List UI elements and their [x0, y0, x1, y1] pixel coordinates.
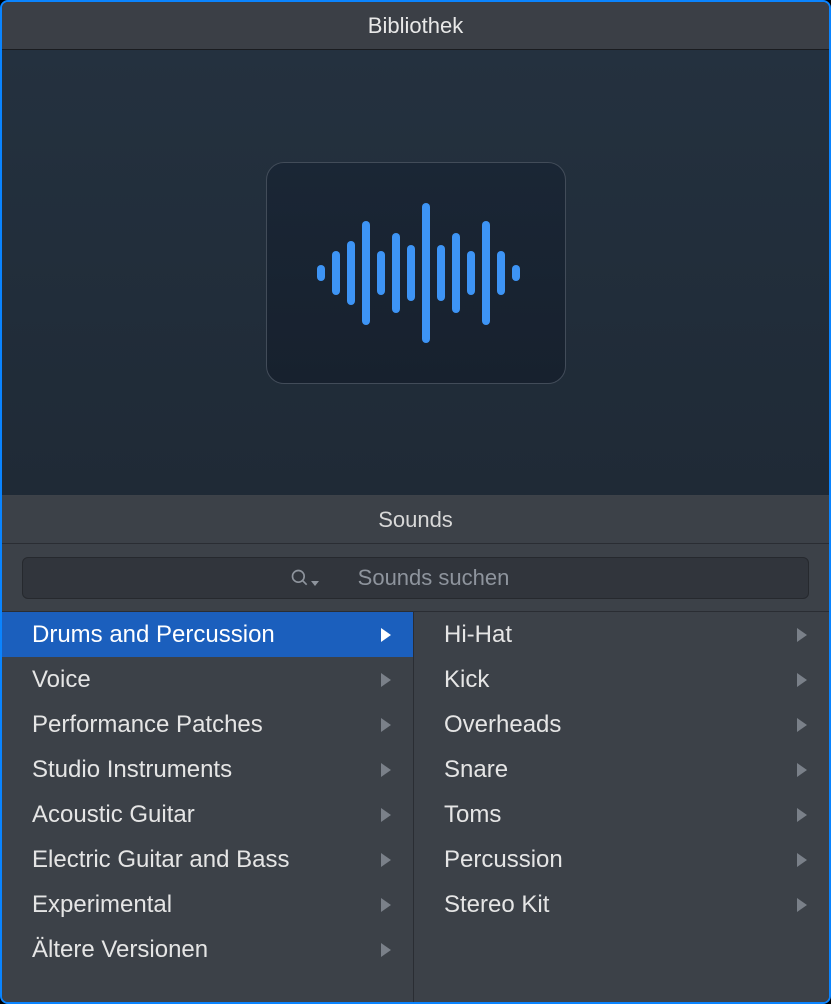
chevron-right-icon [797, 626, 811, 644]
category-label: Ältere Versionen [32, 936, 208, 964]
subcategory-label: Snare [444, 756, 508, 784]
window-title: Bibliothek [368, 13, 463, 39]
search-field-wrap[interactable] [22, 557, 809, 599]
chevron-down-icon [311, 581, 319, 586]
category-label: Acoustic Guitar [32, 801, 195, 829]
chevron-right-icon [797, 716, 811, 734]
category-label: Electric Guitar and Bass [32, 846, 289, 874]
titlebar: Bibliothek [2, 2, 829, 50]
subcategory-label: Percussion [444, 846, 563, 874]
subcategory-item-overheads[interactable]: Overheads [414, 702, 829, 747]
category-item-acoustic-guitar[interactable]: Acoustic Guitar [2, 792, 413, 837]
chevron-right-icon [797, 761, 811, 779]
subcategory-item-snare[interactable]: Snare [414, 747, 829, 792]
preview-tile [266, 162, 566, 384]
category-item-aeltere-versionen[interactable]: Ältere Versionen [2, 927, 413, 972]
chevron-right-icon [381, 671, 395, 689]
category-label: Experimental [32, 891, 172, 919]
chevron-right-icon [381, 896, 395, 914]
subcategory-label: Hi-Hat [444, 621, 512, 649]
category-label: Performance Patches [32, 711, 263, 739]
search-row [2, 544, 829, 612]
chevron-right-icon [381, 761, 395, 779]
subcategory-item-stereo-kit[interactable]: Stereo Kit [414, 882, 829, 927]
category-label: Studio Instruments [32, 756, 232, 784]
category-item-studio-instruments[interactable]: Studio Instruments [2, 747, 413, 792]
chevron-right-icon [381, 806, 395, 824]
chevron-right-icon [381, 941, 395, 959]
subcategory-label: Toms [444, 801, 501, 829]
chevron-right-icon [797, 851, 811, 869]
preview-area [2, 50, 829, 496]
category-item-performance-patches[interactable]: Performance Patches [2, 702, 413, 747]
sounds-header: Sounds [2, 496, 829, 544]
chevron-right-icon [381, 851, 395, 869]
waveform-icon [306, 193, 526, 353]
subcategory-column: Hi-Hat Kick Overheads Snare [414, 612, 829, 1002]
chevron-right-icon [797, 896, 811, 914]
subcategory-item-percussion[interactable]: Percussion [414, 837, 829, 882]
library-window: Bibliothek [0, 0, 831, 1004]
search-input[interactable] [23, 565, 808, 591]
category-item-electric-guitar-and-bass[interactable]: Electric Guitar and Bass [2, 837, 413, 882]
search-icon [290, 568, 319, 588]
category-label: Drums and Percussion [32, 621, 275, 649]
category-item-experimental[interactable]: Experimental [2, 882, 413, 927]
category-label: Voice [32, 666, 91, 694]
subcategory-item-hi-hat[interactable]: Hi-Hat [414, 612, 829, 657]
subcategory-item-kick[interactable]: Kick [414, 657, 829, 702]
subcategory-item-toms[interactable]: Toms [414, 792, 829, 837]
browser-columns: Drums and Percussion Voice Performance P… [2, 612, 829, 1002]
chevron-right-icon [381, 626, 395, 644]
sounds-header-label: Sounds [378, 507, 453, 533]
chevron-right-icon [797, 671, 811, 689]
category-item-drums-and-percussion[interactable]: Drums and Percussion [2, 612, 413, 657]
chevron-right-icon [797, 806, 811, 824]
subcategory-label: Kick [444, 666, 489, 694]
category-item-voice[interactable]: Voice [2, 657, 413, 702]
category-column: Drums and Percussion Voice Performance P… [2, 612, 414, 1002]
subcategory-label: Stereo Kit [444, 891, 549, 919]
chevron-right-icon [381, 716, 395, 734]
subcategory-label: Overheads [444, 711, 561, 739]
